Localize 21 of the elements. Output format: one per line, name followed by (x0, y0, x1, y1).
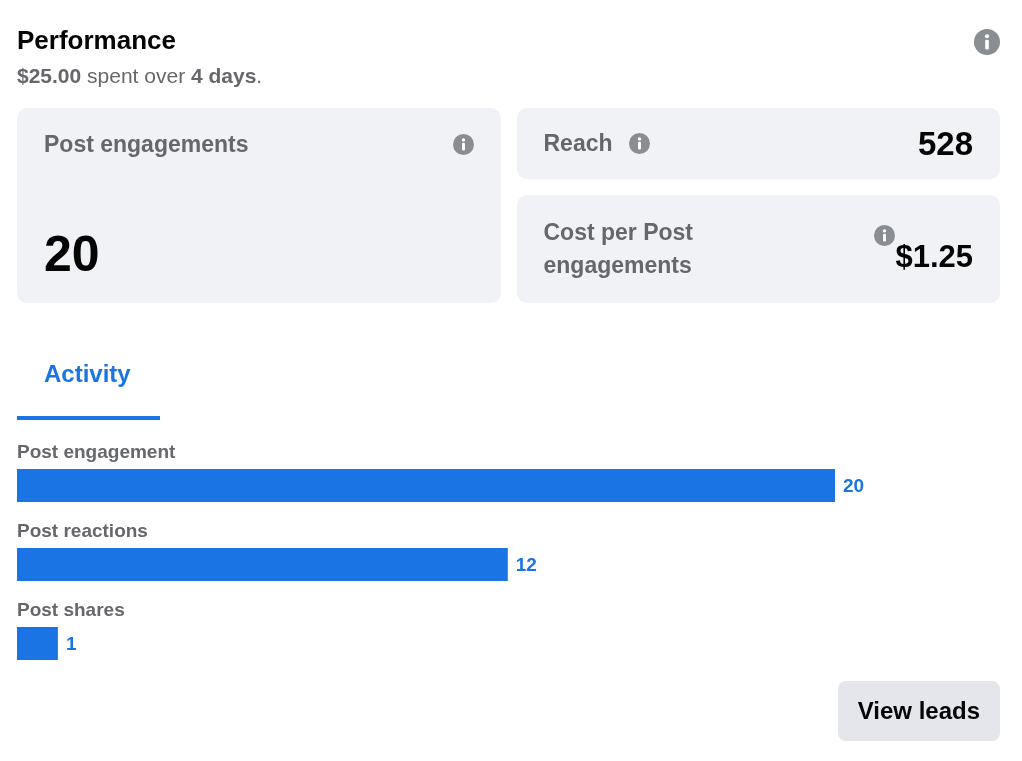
info-icon[interactable] (874, 225, 896, 247)
value-label: 20 (843, 474, 865, 496)
metric-label: Post engagements (44, 129, 249, 159)
section-title: Performance (17, 25, 177, 57)
category-label: Post reactions (17, 519, 148, 541)
metric-value: 20 (44, 228, 101, 279)
metric-label: Cost per Post engagements (543, 217, 695, 280)
info-icon[interactable] (452, 133, 474, 155)
metric-value: $1.25 (895, 241, 973, 273)
info-icon[interactable] (628, 133, 650, 154)
value-label: 1 (65, 632, 77, 654)
activity-tab[interactable]: Activity (17, 341, 160, 420)
category-label: Post shares (17, 598, 125, 620)
metric-label: Reach (543, 128, 613, 158)
value-label: 12 (515, 553, 537, 575)
metric-value: 528 (917, 123, 973, 164)
spend-summary: $25.00 spent over 4 days. (17, 63, 263, 90)
view-leads-button[interactable]: View leads (837, 680, 1000, 741)
bar (17, 626, 58, 660)
category-label: Post engagement (17, 440, 176, 462)
info-icon[interactable] (974, 29, 1000, 55)
